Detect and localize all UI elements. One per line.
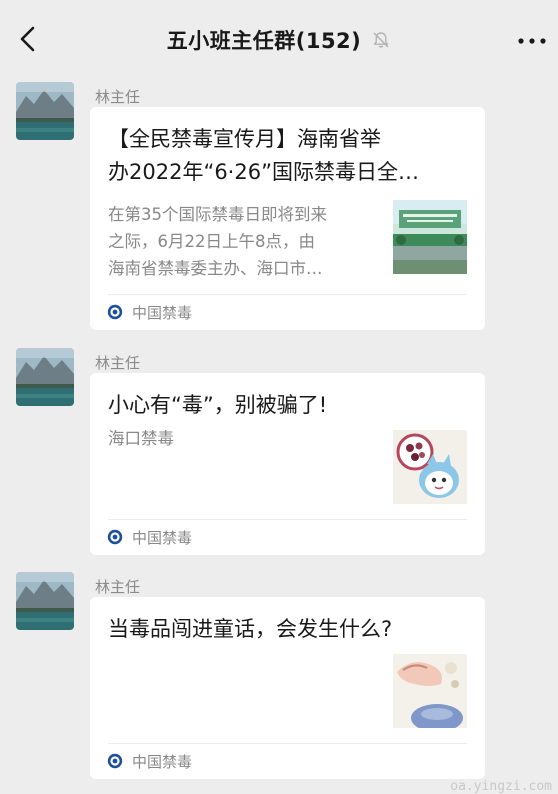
card-description-line-2: 之际，6月22日上午8点，由 (108, 232, 315, 251)
fairytale-illustration-thumbnail (393, 654, 467, 728)
card-description-line-3: 海南省禁毒委主办、海口市… (108, 259, 323, 278)
watermark: oa.yingzi.com (450, 779, 552, 794)
card-divider (108, 519, 467, 520)
avatar[interactable] (16, 348, 74, 406)
card-thumbnail (393, 200, 467, 274)
card-title-line-2: 办2022年“6·26”国际禁毒日全… (108, 160, 419, 184)
china-antidrug-logo-icon (107, 753, 123, 769)
card-thumbnail (393, 654, 467, 728)
chat-header: 五小班主任群(152) (0, 0, 558, 78)
avatar-landscape-image (16, 572, 74, 630)
card-title: 小心有“毒”，别被骗了! (108, 393, 328, 417)
sender-name: 林主任 (95, 88, 141, 106)
sender-name: 林主任 (95, 578, 141, 596)
avatar-landscape-image (16, 348, 74, 406)
card-description-line-1: 在第35个国际禁毒日即将到来 (108, 205, 327, 224)
card-description-line-1: 海口禁毒 (108, 429, 174, 448)
card-source-label: 中国禁毒 (132, 529, 193, 547)
avatar-landscape-image (16, 82, 74, 140)
title-wrap: 五小班主任群(152) (0, 24, 558, 56)
link-card[interactable]: 当毒品闯进童话，会发生什么? 中国禁毒 (90, 597, 485, 779)
chat-message: 林主任 【全民禁毒宣传月】海南省举 办2022年“6·26”国际禁毒日全… 在第… (0, 82, 558, 332)
china-antidrug-logo-icon (107, 304, 123, 320)
chat-message: 林主任 小心有“毒”，别被骗了! 海口禁毒 中国禁毒 (0, 348, 558, 558)
card-divider (108, 743, 467, 744)
card-title: 当毒品闯进童话，会发生什么? (108, 617, 393, 641)
avatar[interactable] (16, 572, 74, 630)
bell-muted-icon (373, 32, 389, 48)
event-photo-thumbnail (393, 200, 467, 274)
china-antidrug-logo-icon (107, 529, 123, 545)
card-divider (108, 294, 467, 295)
link-card[interactable]: 小心有“毒”，别被骗了! 海口禁毒 中国禁毒 (90, 373, 485, 555)
cartoon-thumbnail (393, 430, 467, 504)
card-source-label: 中国禁毒 (132, 304, 193, 322)
link-card[interactable]: 【全民禁毒宣传月】海南省举 办2022年“6·26”国际禁毒日全… 在第35个国… (90, 107, 485, 330)
card-title-line-1: 【全民禁毒宣传月】海南省举 (108, 127, 381, 151)
card-thumbnail (393, 430, 467, 504)
avatar[interactable] (16, 82, 74, 140)
more-dots-icon[interactable] (516, 27, 548, 55)
card-source-label: 中国禁毒 (132, 753, 193, 771)
chat-message: 林主任 当毒品闯进童话，会发生什么? 中国禁毒 (0, 572, 558, 782)
chat-title: 五小班主任群(152) (166, 29, 362, 53)
sender-name: 林主任 (95, 354, 141, 372)
